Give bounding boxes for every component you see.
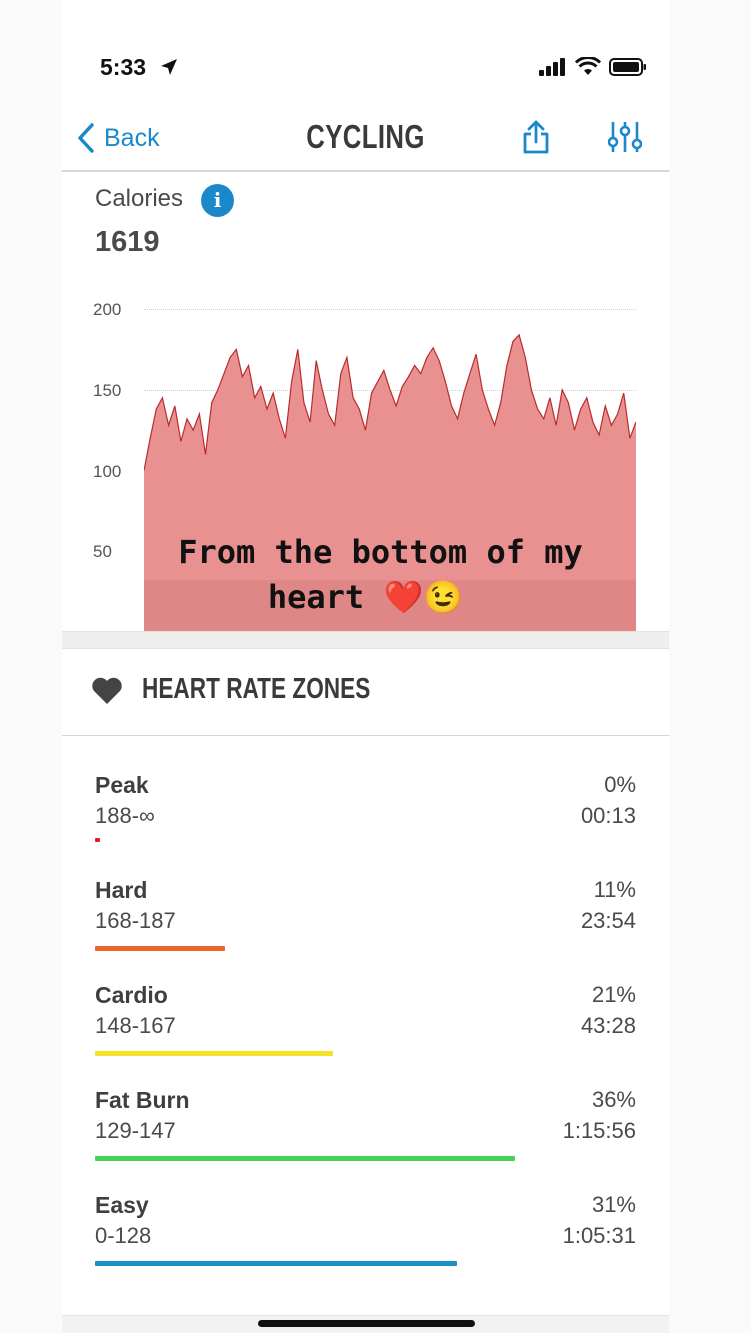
y-tick-label: 150	[93, 381, 122, 400]
zone-time: 00:13	[580, 803, 636, 828]
background-margin-right	[669, 0, 751, 1333]
zone-name: Easy	[95, 1192, 149, 1218]
background-margin-left	[0, 0, 62, 1333]
overlay-caption-line1: From the bottom of my	[178, 533, 583, 571]
zone-row: Peak 188-∞ 0% 00:13	[62, 772, 669, 876]
phone-screen: 5:33 Back CYCLING Calories i 1619 200 15…	[62, 30, 669, 1333]
zone-time: 43:28	[580, 1013, 636, 1038]
share-icon	[523, 120, 549, 154]
zone-progress-bar	[95, 946, 225, 951]
y-tick-label: 200	[93, 300, 122, 319]
zone-row: Easy 0-128 31% 1:05:31	[62, 1192, 669, 1296]
chevron-left-icon	[78, 123, 94, 153]
zone-name: Peak	[95, 772, 149, 798]
status-bar: 5:33	[62, 30, 669, 100]
overlay-caption-line2: heart ❤️😉	[267, 578, 464, 616]
zone-progress-bar	[95, 1156, 515, 1161]
zone-time: 1:05:31	[562, 1223, 636, 1248]
sliders-icon	[607, 122, 643, 152]
heart-rate-zones-title: HEART RATE ZONES	[142, 673, 371, 705]
zone-progress-bar	[95, 1051, 333, 1056]
battery-icon	[609, 58, 646, 76]
zone-percent: 21%	[591, 982, 636, 1007]
zone-range: 0-128	[95, 1223, 152, 1248]
zone-time: 23:54	[580, 908, 636, 933]
zone-percent: 11%	[593, 877, 636, 902]
zone-name: Hard	[95, 877, 148, 903]
zone-range: 168-187	[95, 908, 176, 933]
calories-value: 1619	[95, 226, 160, 258]
zone-name: Fat Burn	[95, 1087, 190, 1113]
heart-rate-zones-header: HEART RATE ZONES	[62, 649, 669, 736]
settings-sliders-button[interactable]	[607, 120, 643, 158]
nav-bar: Back CYCLING	[62, 108, 669, 172]
section-divider	[62, 631, 669, 649]
status-time: 5:33	[100, 54, 147, 80]
zone-percent: 31%	[591, 1192, 636, 1217]
zone-row: Fat Burn 129-147 36% 1:15:56	[62, 1087, 669, 1191]
zone-row: Cardio 148-167 21% 43:28	[62, 982, 669, 1086]
zone-range: 148-167	[95, 1013, 176, 1038]
zone-percent: 36%	[591, 1087, 636, 1112]
zone-range: 129-147	[95, 1118, 176, 1143]
zone-progress-bar	[95, 1261, 457, 1266]
zone-range: 188-∞	[95, 803, 155, 828]
overlay-caption: From the bottom of my heart ❤️😉	[62, 530, 669, 620]
home-indicator[interactable]	[258, 1320, 475, 1327]
heart-icon	[92, 677, 122, 704]
cellular-signal-icon	[539, 58, 565, 76]
wifi-icon	[575, 57, 601, 75]
y-tick-label: 100	[93, 462, 122, 481]
location-arrow-icon	[161, 59, 177, 75]
zone-time: 1:15:56	[562, 1118, 636, 1143]
zone-name: Cardio	[95, 982, 168, 1008]
share-button[interactable]	[522, 120, 550, 158]
zone-progress-bar	[95, 838, 100, 842]
zone-percent: 0%	[604, 772, 636, 797]
info-icon[interactable]: i	[201, 184, 234, 217]
status-icons	[539, 57, 647, 77]
zone-row: Hard 168-187 11% 23:54	[62, 877, 669, 981]
calories-label: Calories	[95, 185, 184, 212]
